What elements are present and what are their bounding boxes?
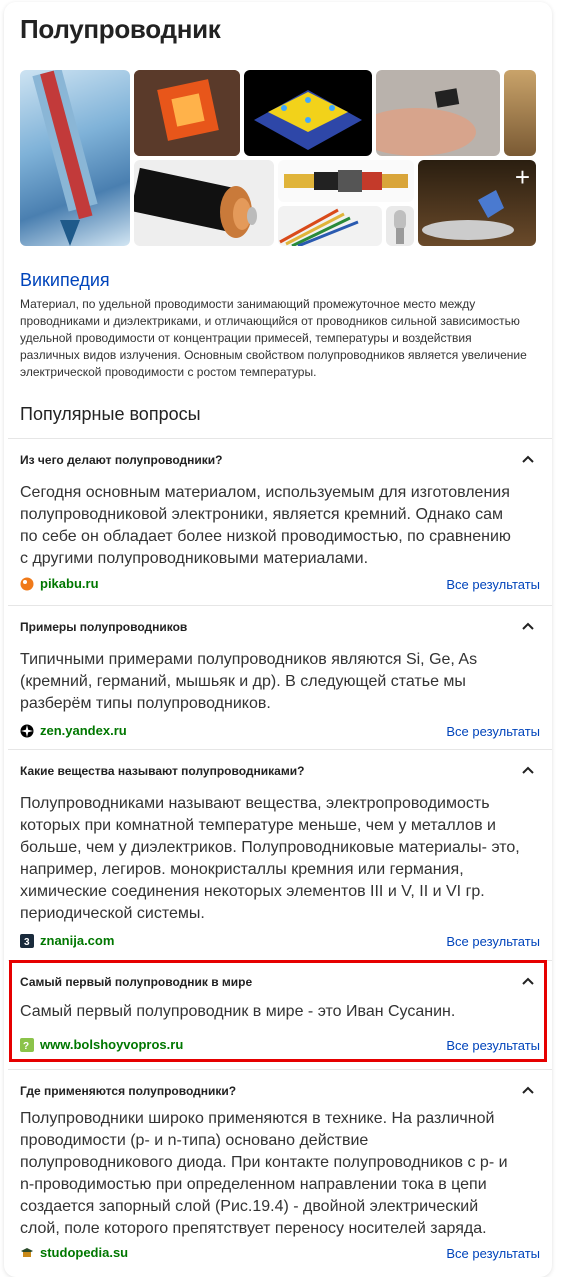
qa-source[interactable]: studopedia.su bbox=[20, 1245, 128, 1260]
qa-question[interactable]: Какие вещества называют полупроводниками… bbox=[20, 764, 304, 778]
gallery-image-2[interactable] bbox=[134, 70, 240, 156]
image-gallery: + bbox=[20, 70, 536, 246]
svg-text:3: 3 bbox=[24, 937, 30, 948]
gallery-image-6[interactable] bbox=[134, 160, 274, 246]
gallery-image-9[interactable] bbox=[386, 206, 414, 246]
gallery-image-7[interactable] bbox=[278, 160, 414, 202]
qa-answer: Сегодня основным материалом, используемы… bbox=[20, 484, 511, 567]
zen-icon bbox=[20, 724, 34, 737]
wikipedia-link[interactable]: Википедия bbox=[20, 270, 110, 291]
cable-illustration bbox=[134, 167, 257, 238]
chip-on-finger-illustration bbox=[376, 88, 476, 156]
all-results-link[interactable]: Все результаты bbox=[446, 577, 540, 592]
tube-illustration bbox=[32, 70, 98, 246]
gallery-image-8[interactable] bbox=[278, 206, 382, 246]
qa-item: Какие вещества называют полупроводниками… bbox=[8, 749, 552, 960]
qa-question[interactable]: Где применяются полупроводники? bbox=[20, 1084, 236, 1098]
chevron-up-icon[interactable] bbox=[520, 451, 536, 467]
wires-illustration bbox=[279, 208, 359, 246]
all-results-link[interactable]: Все результаты bbox=[446, 1038, 540, 1053]
terminal-illustration bbox=[394, 210, 406, 244]
chevron-up-icon[interactable] bbox=[520, 618, 536, 634]
wafer-illustration bbox=[134, 70, 240, 156]
all-results-link[interactable]: Все результаты bbox=[446, 724, 540, 739]
source-name: zen.yandex.ru bbox=[40, 723, 127, 738]
knowledge-card: Полупроводник + Википедия Материал, по у… bbox=[4, 2, 552, 1277]
gallery-image-10[interactable]: + bbox=[418, 160, 536, 246]
qa-answer: Самый первый полупроводник в мире - это … bbox=[20, 1003, 456, 1020]
bolshoyvopros-icon: ? bbox=[20, 1037, 34, 1052]
svg-text:?: ? bbox=[23, 1041, 29, 1052]
pikabu-icon bbox=[20, 577, 34, 590]
qa-question[interactable]: Примеры полупроводников bbox=[20, 620, 187, 634]
source-name: pikabu.ru bbox=[40, 576, 99, 591]
qa-item: Из чего делают полупроводники? Сегодня о… bbox=[8, 438, 552, 605]
gallery-image-3[interactable] bbox=[244, 70, 372, 156]
qa-question[interactable]: Самый первый полупроводник в мире bbox=[20, 975, 252, 989]
chevron-up-icon[interactable] bbox=[520, 1082, 536, 1098]
qa-source[interactable]: 3 znanija.com bbox=[20, 933, 114, 948]
znanija-icon: 3 bbox=[20, 933, 34, 948]
qa-source[interactable]: pikabu.ru bbox=[20, 576, 99, 591]
qa-answer: Полупроводниками называют вещества, элек… bbox=[20, 795, 520, 922]
qa-item: Самый первый полупроводник в мире Самый … bbox=[8, 960, 552, 1069]
qa-item: Где применяются полупроводники? Полупров… bbox=[8, 1069, 552, 1277]
lattice-illustration bbox=[254, 90, 362, 150]
source-name: www.bolshoyvopros.ru bbox=[40, 1037, 184, 1052]
all-results-link[interactable]: Все результаты bbox=[446, 934, 540, 949]
coax-illustration bbox=[284, 170, 408, 192]
source-name: studopedia.su bbox=[40, 1245, 129, 1260]
gallery-image-1[interactable] bbox=[20, 70, 130, 246]
qa-source[interactable]: ? www.bolshoyvopros.ru bbox=[20, 1037, 183, 1052]
chevron-up-icon[interactable] bbox=[520, 762, 536, 778]
source-name: znanija.com bbox=[40, 933, 115, 948]
studopedia-icon bbox=[21, 1247, 33, 1257]
qa-answer: Полупроводники широко применяются в техн… bbox=[20, 1110, 508, 1237]
qa-answer: Типичными примерами полупроводников явля… bbox=[20, 651, 478, 712]
gallery-more-button[interactable]: + bbox=[515, 164, 530, 190]
gallery-image-4[interactable] bbox=[376, 70, 500, 156]
qa-source[interactable]: zen.yandex.ru bbox=[20, 723, 127, 738]
popular-questions-title: Популярные вопросы bbox=[20, 404, 201, 424]
all-results-link[interactable]: Все результаты bbox=[446, 1246, 540, 1261]
gallery-image-5[interactable] bbox=[504, 70, 536, 156]
chevron-up-icon[interactable] bbox=[520, 973, 536, 989]
wikipedia-snippet: Материал, по удельной проводимости заним… bbox=[20, 297, 527, 379]
qa-item: Примеры полупроводников Типичными пример… bbox=[8, 605, 552, 749]
page-title: Полупроводник bbox=[20, 14, 221, 44]
qa-question[interactable]: Из чего делают полупроводники? bbox=[20, 453, 223, 467]
